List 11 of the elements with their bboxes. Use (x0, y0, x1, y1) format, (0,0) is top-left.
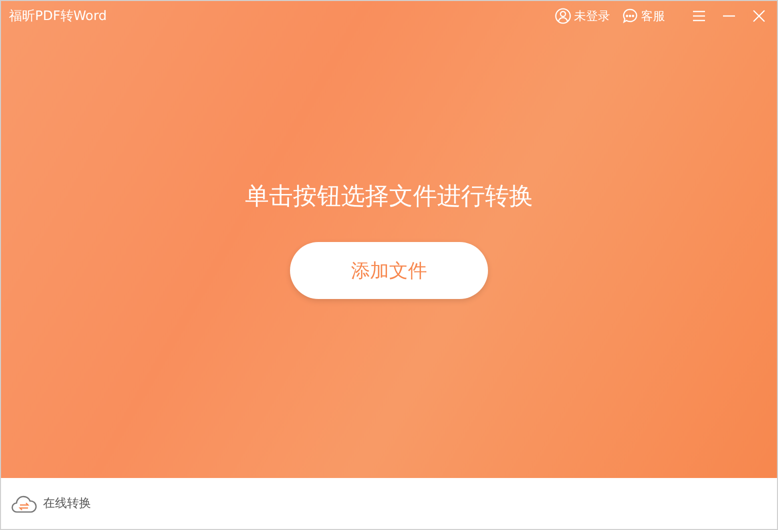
user-icon (555, 8, 571, 24)
add-file-button[interactable]: 添加文件 (290, 242, 488, 299)
support-button[interactable]: 客服 (622, 8, 665, 24)
menu-icon[interactable] (691, 8, 707, 24)
login-button[interactable]: 未登录 (555, 8, 610, 24)
chat-icon (622, 8, 638, 24)
online-convert-link[interactable]: 在线转换 (43, 495, 91, 512)
instruction-text: 单击按钮选择文件进行转换 (245, 181, 533, 212)
close-icon[interactable] (751, 8, 767, 24)
window-title: 福昕PDF转Word (9, 8, 108, 25)
cloud-convert-icon (11, 494, 37, 514)
